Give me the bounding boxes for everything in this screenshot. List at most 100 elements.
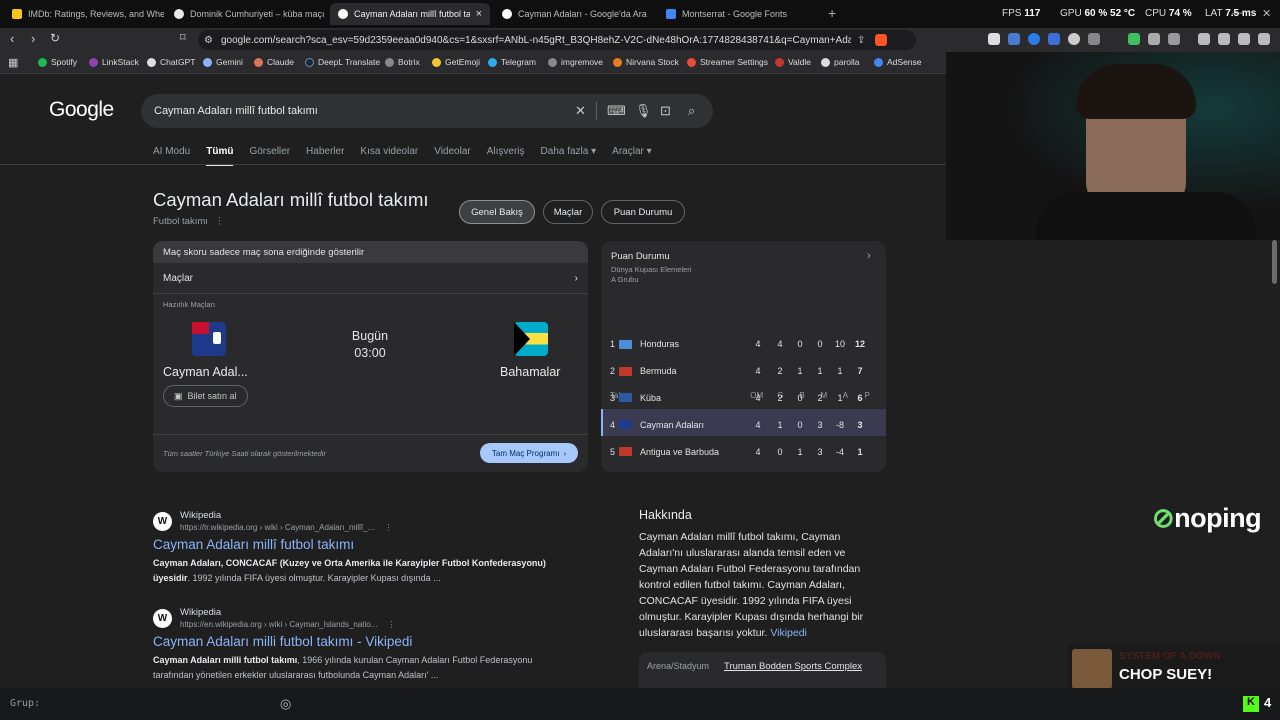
home-team[interactable]: Cayman Adal... (163, 365, 248, 379)
address-bar[interactable]: ⚙ google.com/search?sca_esv=59d2359eeaa0… (198, 30, 916, 50)
tab-cayman-search[interactable]: Cayman Adaları - Google'da Ara (494, 3, 654, 25)
tab-more[interactable]: Daha fazla ▾ (541, 146, 597, 166)
bookmark-streamer-settings[interactable]: Streamer Settings (687, 57, 768, 67)
matches-row[interactable]: Maçlar › (163, 273, 578, 284)
apps-icon[interactable]: ▦ (8, 56, 18, 69)
standings-row[interactable]: 5 Antigua ve Barbuda 4 0 1 3 -4 1 (603, 438, 878, 465)
chevron-right-icon: › (574, 273, 578, 284)
lens-icon[interactable]: ⊡ (660, 103, 671, 119)
chat-send-icon[interactable]: ◎ (280, 696, 291, 712)
download-icon[interactable] (1168, 33, 1180, 45)
imdb-icon (12, 9, 22, 19)
profile-icon[interactable] (1238, 33, 1250, 45)
site-info-icon[interactable]: ⚙ (204, 35, 213, 46)
adsense-icon (874, 57, 883, 67)
tab-shopping[interactable]: Alışveriş (487, 146, 525, 166)
bookmark-getemoji[interactable]: GetEmoji (432, 57, 480, 67)
standings-m: 3 (817, 419, 823, 430)
microphone-icon[interactable]: 🎙 (635, 103, 652, 119)
team-flag-icon (619, 420, 632, 430)
bookmark-icon[interactable]: ⌑ (180, 31, 186, 44)
tab-cayman-active[interactable]: Cayman Adaları millî futbol takımı × (330, 3, 490, 25)
standings-row[interactable]: 1 Honduras 4 4 0 0 10 12 (603, 331, 878, 358)
result-url[interactable]: https://en.wikipedia.org › wiki › Cayman… (180, 620, 396, 629)
bookmark-chatgpt[interactable]: ChatGPT (147, 57, 195, 67)
menu-icon[interactable] (1258, 33, 1270, 45)
extension-icon[interactable] (1088, 33, 1100, 45)
keyboard-icon[interactable]: ⌨ (607, 103, 626, 119)
pill-standings[interactable]: Puan Durumu (601, 200, 685, 224)
bookmark-linkstack[interactable]: LinkStack (89, 57, 139, 67)
tab-montserrat[interactable]: Montserrat - Google Fonts (658, 3, 818, 25)
close-icon[interactable]: × (476, 8, 482, 20)
brave-shield-icon[interactable] (875, 34, 888, 46)
reload-icon[interactable]: ↻ (50, 31, 60, 45)
extension-icon[interactable] (1048, 33, 1060, 45)
tab-ai-mode[interactable]: AI Modu (153, 146, 190, 166)
share-icon[interactable]: ⇪ (857, 35, 865, 46)
result-title-link[interactable]: Cayman Adaları millî futbol takımı (153, 537, 354, 552)
bookmark-spotify[interactable]: Spotify (38, 57, 77, 67)
separator (596, 102, 597, 120)
nirvana-icon (613, 57, 622, 67)
tab-short-videos[interactable]: Kısa videolar (360, 146, 418, 166)
bookmark-telegram[interactable]: Telegram (488, 57, 536, 67)
google-icon (338, 9, 348, 19)
standings-title[interactable]: Puan Durumu (611, 251, 670, 262)
sidebar-icon[interactable] (1218, 33, 1230, 45)
bookmark-imgremove[interactable]: imgremove (548, 57, 603, 67)
standings-m: 1 (817, 366, 823, 377)
standings-row[interactable]: 2 Bermuda 4 2 1 1 1 7 (603, 358, 878, 385)
tab-dominik[interactable]: Dominik Cumhuriyeti – küba maçı - G (166, 3, 326, 25)
puzzle-icon[interactable] (1148, 33, 1160, 45)
bookmark-parolla[interactable]: parolla (821, 57, 860, 67)
pill-matches[interactable]: Maçlar (543, 200, 593, 224)
clear-icon[interactable]: ✕ (575, 103, 586, 119)
tab-news[interactable]: Haberler (306, 146, 344, 166)
extension-icon[interactable] (1128, 33, 1140, 45)
bookmark-nirvana[interactable]: Nirvana Stock (613, 57, 679, 67)
extension-icon[interactable] (1028, 33, 1040, 45)
bookmark-valdle[interactable]: Valdle (775, 57, 811, 67)
back-icon[interactable]: ‹ (10, 31, 14, 46)
tab-imdb[interactable]: IMDb: Ratings, Reviews, and Where t (4, 3, 164, 25)
result-snippet: Cayman Adaları milli futbol takımı, 1966… (153, 655, 533, 680)
new-tab-button[interactable]: + (828, 5, 836, 21)
forward-icon[interactable]: › (31, 31, 35, 46)
bookmark-botrix[interactable]: Botrix (385, 57, 420, 67)
standings-g: 0 (777, 446, 783, 457)
result-title-link[interactable]: Cayman Adaları milli futbol takımı - Vik… (153, 634, 412, 649)
chevron-right-icon[interactable]: › (867, 250, 871, 262)
imgremove-icon (548, 57, 557, 67)
standings-row[interactable]: 4 Cayman Adaları 4 1 0 3 -8 3 (603, 411, 878, 438)
more-options-icon[interactable]: ⋮ (215, 216, 225, 227)
away-team[interactable]: Bahamalar (500, 365, 560, 379)
full-schedule-button[interactable]: Tam Maç Programı › (480, 443, 578, 463)
stadium-link[interactable]: Truman Bodden Sports Complex (724, 661, 862, 672)
extension-icon[interactable] (1008, 33, 1020, 45)
window-close-button[interactable]: ✕ (1262, 7, 1271, 20)
buy-ticket-button[interactable]: ▣ Bilet satın al (163, 385, 248, 407)
search-input[interactable]: Cayman Adaları millî futbol takımı ✕ ⌨ 🎙… (141, 94, 713, 128)
result-source: Wikipedia (180, 607, 222, 618)
standings-position: 2 (610, 366, 616, 377)
standings-row[interactable]: 3 Küba 4 2 0 2 1 6 (603, 385, 878, 412)
extension-icon[interactable] (1068, 33, 1080, 45)
bookmark-claude[interactable]: Claude (254, 57, 294, 67)
tab-tools[interactable]: Araçlar ▾ (612, 146, 652, 166)
media-icon[interactable] (1198, 33, 1210, 45)
bookmark-adsense[interactable]: AdSense (874, 57, 922, 67)
tab-all[interactable]: Tümü (206, 146, 234, 166)
tab-videos[interactable]: Videolar (434, 146, 471, 166)
extension-icon[interactable] (988, 33, 1000, 45)
search-icon[interactable]: ⌕ (688, 103, 695, 119)
tab-images[interactable]: Görseller (249, 146, 290, 166)
wikipedia-link[interactable]: Vikipedi (770, 627, 807, 639)
pill-overview[interactable]: Genel Bakış (459, 200, 535, 224)
bookmark-deepl[interactable]: DeepL Translate (305, 57, 380, 67)
google-logo[interactable]: Google (49, 98, 114, 122)
minimize-button[interactable]: — (1232, 7, 1243, 19)
scrollbar-thumb[interactable] (1272, 240, 1277, 284)
bookmark-gemini[interactable]: Gemini (203, 57, 243, 67)
result-url[interactable]: https://tr.wikipedia.org › wiki › Cayman… (180, 523, 393, 532)
